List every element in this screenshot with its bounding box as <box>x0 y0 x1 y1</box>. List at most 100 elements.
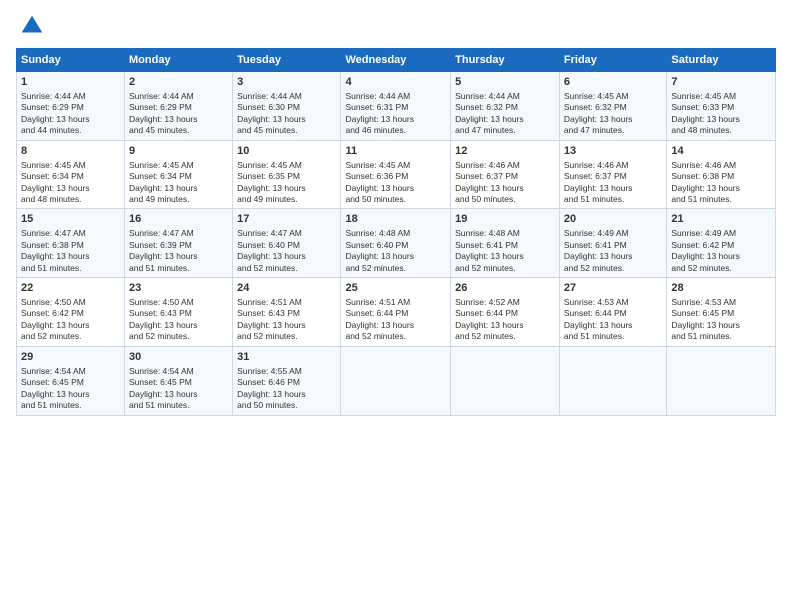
daylight-text: Daylight: 13 hoursand 52 minutes. <box>345 251 414 272</box>
sunrise-text: Sunrise: 4:46 AM <box>671 160 736 170</box>
sunrise-text: Sunrise: 4:54 AM <box>129 366 194 376</box>
calendar-day-header: Thursday <box>451 49 560 72</box>
sunset-text: Sunset: 6:40 PM <box>237 240 300 250</box>
sunrise-text: Sunrise: 4:54 AM <box>21 366 86 376</box>
daylight-text: Daylight: 13 hoursand 51 minutes. <box>129 251 198 272</box>
calendar-cell: 3Sunrise: 4:44 AMSunset: 6:30 PMDaylight… <box>233 72 341 141</box>
day-number: 20 <box>564 212 662 227</box>
calendar-cell: 15Sunrise: 4:47 AMSunset: 6:38 PMDayligh… <box>17 209 125 278</box>
sunrise-text: Sunrise: 4:50 AM <box>21 297 86 307</box>
day-number: 17 <box>237 212 336 227</box>
sunrise-text: Sunrise: 4:47 AM <box>237 228 302 238</box>
sunrise-text: Sunrise: 4:51 AM <box>237 297 302 307</box>
daylight-text: Daylight: 13 hoursand 52 minutes. <box>129 320 198 341</box>
calendar-cell <box>341 346 451 415</box>
sunset-text: Sunset: 6:44 PM <box>455 308 518 318</box>
daylight-text: Daylight: 13 hoursand 45 minutes. <box>129 114 198 135</box>
calendar-week-row: 15Sunrise: 4:47 AMSunset: 6:38 PMDayligh… <box>17 209 776 278</box>
daylight-text: Daylight: 13 hoursand 45 minutes. <box>237 114 306 135</box>
sunrise-text: Sunrise: 4:53 AM <box>671 297 736 307</box>
calendar-cell: 21Sunrise: 4:49 AMSunset: 6:42 PMDayligh… <box>667 209 776 278</box>
day-number: 13 <box>564 144 662 159</box>
sunset-text: Sunset: 6:38 PM <box>21 240 84 250</box>
calendar-cell: 22Sunrise: 4:50 AMSunset: 6:42 PMDayligh… <box>17 278 125 347</box>
calendar-body: 1 Sunrise: 4:44 AM Sunset: 6:29 PM Daylight… <box>17 72 776 416</box>
calendar-cell <box>451 346 560 415</box>
day-number: 28 <box>671 281 771 296</box>
daylight-text: Daylight: 13 hoursand 52 minutes. <box>237 251 306 272</box>
sunset-text: Sunset: 6:32 PM <box>564 102 627 112</box>
daylight-text: Daylight: 13 hoursand 47 minutes. <box>455 114 524 135</box>
calendar-week-row: 29Sunrise: 4:54 AMSunset: 6:45 PMDayligh… <box>17 346 776 415</box>
daylight-text: Daylight: 13 hoursand 50 minutes. <box>237 389 306 410</box>
sunrise-text: Sunrise: 4:45 AM <box>237 160 302 170</box>
day-number: 31 <box>237 350 336 365</box>
sunrise-text: Sunrise: 4:55 AM <box>237 366 302 376</box>
calendar-cell: 17Sunrise: 4:47 AM Sunset: 6:40 PMDayligh… <box>233 209 341 278</box>
day-number: 3 <box>237 75 336 90</box>
day-number: 18 <box>345 212 446 227</box>
sunset-text: Sunset: 6:41 PM <box>564 240 627 250</box>
calendar-cell: 27Sunrise: 4:53 AMSunset: 6:44 PMDayligh… <box>559 278 666 347</box>
sunset-text: Sunset: 6:45 PM <box>129 377 192 387</box>
sunrise-text: Sunrise: 4:44 AM <box>237 91 302 101</box>
calendar-cell: 26Sunrise: 4:52 AMSunset: 6:44 PMDayligh… <box>451 278 560 347</box>
calendar-cell: 7Sunrise: 4:45 AMSunset: 6:33 PMDaylight… <box>667 72 776 141</box>
logo-icon <box>18 12 46 40</box>
day-number: 14 <box>671 144 771 159</box>
sunrise-text: Sunrise: 4:45 AM <box>21 160 86 170</box>
calendar-day-header: Friday <box>559 49 666 72</box>
calendar-cell: 31Sunrise: 4:55 AMSunset: 6:46 PMDayligh… <box>233 346 341 415</box>
calendar-cell: 8Sunrise: 4:45 AMSunset: 6:34 PMDaylight… <box>17 140 125 209</box>
daylight-text: Daylight: 13 hoursand 51 minutes. <box>21 389 90 410</box>
day-number: 1 <box>21 75 120 90</box>
daylight-text: Daylight: 13 hoursand 49 minutes. <box>237 183 306 204</box>
calendar-day-header: Wednesday <box>341 49 451 72</box>
calendar-cell <box>667 346 776 415</box>
calendar-week-row: 8Sunrise: 4:45 AMSunset: 6:34 PMDaylight… <box>17 140 776 209</box>
sunset-text: Sunset: 6:45 PM <box>671 308 734 318</box>
calendar-cell: 16Sunrise: 4:47 AM Sunset: 6:39 PMDayligh… <box>125 209 233 278</box>
daylight-text: Daylight: 13 hoursand 52 minutes. <box>21 320 90 341</box>
daylight-text: Daylight: 13 hoursand 51 minutes. <box>564 320 633 341</box>
sunset-text: Sunset: 6:36 PM <box>345 171 408 181</box>
day-number: 30 <box>129 350 228 365</box>
calendar-cell: 2Sunrise: 4:44 AMSunset: 6:29 PMDaylight… <box>125 72 233 141</box>
sunrise-text: Sunrise: 4:46 AM <box>564 160 629 170</box>
calendar-day-header: Tuesday <box>233 49 341 72</box>
day-number: 25 <box>345 281 446 296</box>
daylight-text: Daylight: 13 hoursand 51 minutes. <box>21 251 90 272</box>
sunrise-text: Sunrise: 4:52 AM <box>455 297 520 307</box>
calendar-day-header: Sunday <box>17 49 125 72</box>
daylight-text: Daylight: 13 hoursand 52 minutes. <box>671 251 740 272</box>
daylight-text: Daylight: 13 hoursand 50 minutes. <box>455 183 524 204</box>
sunset-text: Sunset: 6:39 PM <box>129 240 192 250</box>
calendar-cell: 13Sunrise: 4:46 AMSunset: 6:37 PMDayligh… <box>559 140 666 209</box>
daylight-text: Daylight: 13 hoursand 52 minutes. <box>345 320 414 341</box>
calendar-cell: 14Sunrise: 4:46 AMSunset: 6:38 PMDayligh… <box>667 140 776 209</box>
sunrise-text: Sunrise: 4:45 AM <box>671 91 736 101</box>
sunrise-text: Sunrise: 4:47 AM <box>21 228 86 238</box>
sunset-text: Sunset: 6:32 PM <box>455 102 518 112</box>
day-number: 29 <box>21 350 120 365</box>
daylight-text: Daylight: 13 hoursand 48 minutes. <box>21 183 90 204</box>
sunset-text: Sunset: 6:44 PM <box>564 308 627 318</box>
calendar-cell: 12Sunrise: 4:46 AMSunset: 6:37 PMDayligh… <box>451 140 560 209</box>
day-number: 6 <box>564 75 662 90</box>
sunrise-text: Sunrise: 4:48 AM <box>455 228 520 238</box>
sunset-text: Sunset: 6:29 PM <box>129 102 192 112</box>
calendar-cell: 1Sunrise: 4:44 AMSunset: 6:29 PMDaylight… <box>17 72 125 141</box>
sunset-text: Sunset: 6:34 PM <box>129 171 192 181</box>
day-number: 23 <box>129 281 228 296</box>
sunset-text: Sunset: 6:42 PM <box>671 240 734 250</box>
day-number: 7 <box>671 75 771 90</box>
day-number: 4 <box>345 75 446 90</box>
calendar-cell: 11Sunrise: 4:45 AMSunset: 6:36 PMDayligh… <box>341 140 451 209</box>
sunset-text: Sunset: 6:44 PM <box>345 308 408 318</box>
calendar-day-header: Monday <box>125 49 233 72</box>
sunrise-text: Sunrise: 4:47 AM <box>129 228 194 238</box>
daylight-text: Daylight: 13 hoursand 51 minutes. <box>564 183 633 204</box>
calendar-cell: 30Sunrise: 4:54 AMSunset: 6:45 PMDayligh… <box>125 346 233 415</box>
day-number: 16 <box>129 212 228 227</box>
calendar-cell: 9Sunrise: 4:45 AMSunset: 6:34 PMDaylight… <box>125 140 233 209</box>
